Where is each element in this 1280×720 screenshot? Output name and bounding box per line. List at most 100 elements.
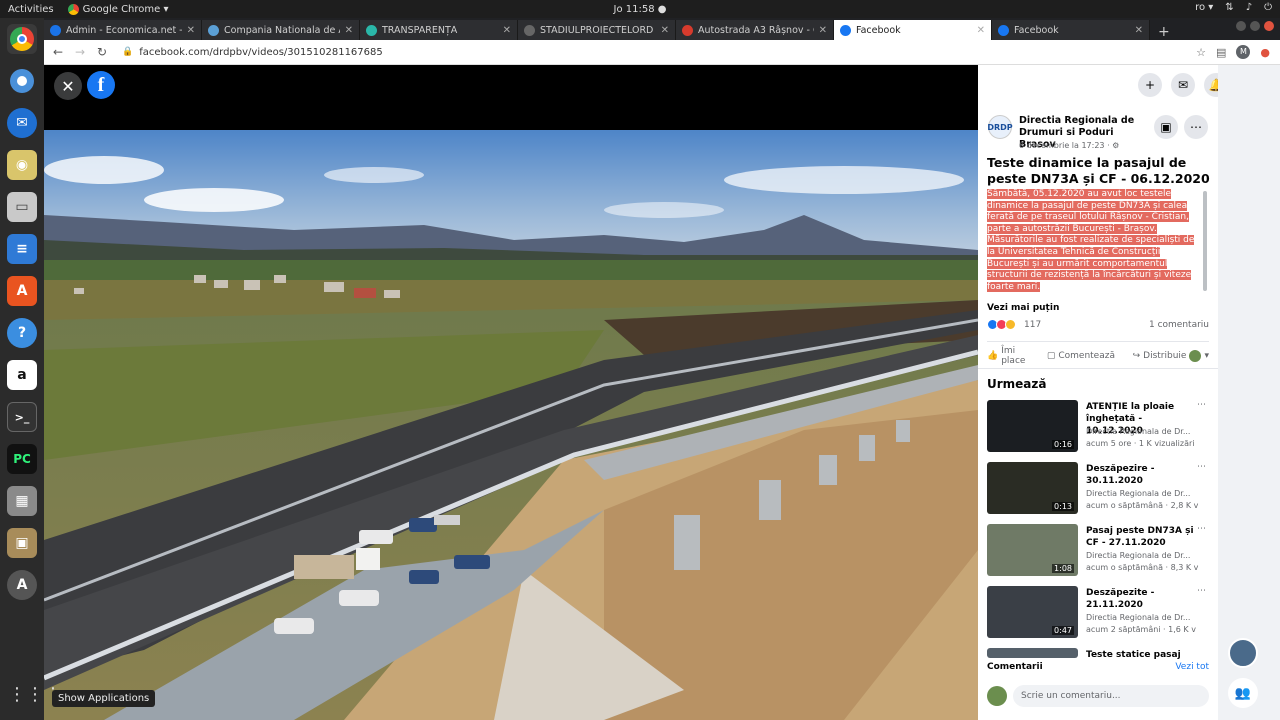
comments-count[interactable]: 1 comentariu	[1149, 320, 1209, 330]
up-next-video[interactable]: 0:13 Deszăpezire - 30.11.2020 Directia Reg…	[987, 462, 1212, 514]
tab-close-icon[interactable]: ✕	[1135, 25, 1143, 36]
tab-close-icon[interactable]: ✕	[819, 25, 827, 36]
amazon-icon[interactable]: a	[7, 360, 37, 390]
notifications-bell-icon[interactable]: 🔔	[1204, 73, 1218, 97]
writer-icon[interactable]: ≡	[7, 234, 37, 264]
create-plus-icon[interactable]: +	[1138, 73, 1162, 97]
up-next-heading: Urmează	[987, 377, 1047, 391]
chromium-icon[interactable]	[7, 66, 37, 96]
description-scrollbar[interactable]	[1203, 191, 1207, 291]
see-less-link[interactable]: Vezi mai puțin	[987, 303, 1059, 313]
help-icon[interactable]: ?	[7, 318, 37, 348]
system-top-bar: Activities Google Chrome ▾ Jo 11:58 ● ro…	[0, 0, 1280, 18]
extension-red-icon[interactable]: ●	[1260, 46, 1270, 59]
comments-sort-link[interactable]: Vezi tot	[1175, 662, 1209, 672]
share-button[interactable]: ↪ Distribuie ▾	[1133, 349, 1209, 362]
video-more-icon[interactable]: ⋯	[1197, 586, 1206, 596]
power-icon[interactable]: ⏻	[1264, 2, 1272, 13]
back-button[interactable]: ←	[50, 45, 66, 59]
show-applications-button[interactable]: ⋮⋮⋮	[8, 684, 62, 712]
video-thumbnail[interactable]: 0:47	[987, 586, 1078, 638]
extensions-icon[interactable]: ▤	[1216, 46, 1226, 59]
volume-icon[interactable]: ♪	[1246, 2, 1252, 13]
close-icon[interactable]: ✕	[54, 72, 82, 100]
share-audience-avatar	[1189, 349, 1202, 362]
clock[interactable]: Jo 11:58 ●	[0, 4, 1280, 15]
tab-close-icon[interactable]: ✕	[977, 25, 985, 36]
url-field[interactable]: 🔒 facebook.com/drdpbv/videos/30151028116…	[122, 47, 1196, 58]
comment-bubble-icon: ▢	[1046, 350, 1056, 361]
video-thumbnail[interactable]: 1:08	[987, 524, 1078, 576]
software-center-icon[interactable]: A	[7, 276, 37, 306]
like-button[interactable]: 👍 Îmi place	[987, 346, 1029, 366]
video-page-name[interactable]: Directia Regionala de Dr...	[1086, 613, 1206, 622]
browser-tab[interactable]: Facebook ✕	[992, 20, 1150, 40]
activities-button[interactable]: Activities	[8, 4, 54, 15]
post-date[interactable]: 6 decembrie la 17:23 · ⚙	[1019, 141, 1119, 150]
facebook-logo-icon[interactable]: f	[87, 71, 115, 99]
browser-tab[interactable]: Compania Nationala de A ✕	[202, 20, 360, 40]
up-next-video[interactable]: 1:08 Pasaj peste DN73A și CF - 27.11.2020…	[987, 524, 1212, 576]
tab-close-icon[interactable]: ✕	[661, 25, 669, 36]
pycharm-icon[interactable]: PC	[7, 444, 37, 474]
save-icon[interactable]: ▣	[1154, 115, 1178, 139]
rhythmbox-icon[interactable]: ◉	[7, 150, 37, 180]
network-icon[interactable]: ⇅	[1225, 2, 1233, 13]
tab-close-icon[interactable]: ✕	[503, 25, 511, 36]
more-options-icon[interactable]: ⋯	[1184, 115, 1208, 139]
video-more-icon[interactable]: ⋯	[1197, 400, 1206, 410]
maximize-button[interactable]	[1250, 21, 1260, 31]
contact-avatar[interactable]	[1228, 638, 1258, 668]
browser-tab[interactable]: TRANSPARENȚĂ ✕	[360, 20, 518, 40]
video-title[interactable]: Teste statice pasaj	[1086, 649, 1194, 659]
up-next-video[interactable]: 0:16 ATENȚIE la ploaie înghețată - 10.12.…	[987, 400, 1212, 452]
files-icon[interactable]: ▭	[7, 192, 37, 222]
tab-close-icon[interactable]: ✕	[345, 25, 353, 36]
video-thumbnail[interactable]: 0:13	[987, 462, 1078, 514]
update-icon[interactable]: A	[7, 570, 37, 600]
app-menu[interactable]: Google Chrome ▾	[67, 3, 169, 15]
video-more-icon[interactable]: ⋯	[1197, 524, 1206, 534]
video-more-icon[interactable]: ⋯	[1197, 462, 1206, 472]
profile-avatar[interactable]: M	[1236, 45, 1251, 59]
new-group-chat-icon[interactable]: 👥	[1228, 678, 1258, 708]
calculator-icon[interactable]: ▦	[7, 486, 37, 516]
comment-input[interactable]: Scrie un comentariu...	[1013, 685, 1209, 707]
browser-tab[interactable]: Facebook ✕	[834, 20, 992, 40]
new-tab-button[interactable]: +	[1150, 24, 1178, 40]
chrome-icon[interactable]	[7, 24, 37, 54]
video-page-name[interactable]: Directia Regionala de Dr...	[1086, 489, 1206, 498]
up-next-video[interactable]: Teste statice pasaj	[987, 648, 1212, 659]
tab-title: TRANSPARENȚĂ	[382, 24, 458, 36]
video-page-name[interactable]: Directia Regionala de Dr...	[1086, 551, 1206, 560]
up-next-video[interactable]: 0:47 Deszăpezite - 21.11.2020 Directia Reg…	[987, 586, 1212, 638]
forward-button[interactable]: →	[72, 45, 88, 59]
browser-tab[interactable]: Admin - Economica.net - ✕	[44, 20, 202, 40]
post-body: Sâmbătă, 05.12.2020 au avut loc testele …	[987, 189, 1199, 293]
reload-button[interactable]: ↻	[94, 45, 110, 59]
terminal-icon[interactable]: >_	[7, 402, 37, 432]
video-frame[interactable]	[44, 130, 978, 720]
messenger-icon[interactable]: ✉	[1171, 73, 1195, 97]
window-controls	[1236, 21, 1274, 31]
archive-icon[interactable]: ▣	[7, 528, 37, 558]
video-page-name[interactable]: Directia Regionala de Dr...	[1086, 427, 1206, 436]
minimize-button[interactable]	[1236, 21, 1246, 31]
language-indicator[interactable]: ro ▾	[1195, 2, 1213, 13]
tab-close-icon[interactable]: ✕	[187, 25, 195, 36]
video-title[interactable]: Deszăpezire - 30.11.2020	[1086, 463, 1194, 487]
thunderbird-icon[interactable]: ✉	[7, 108, 37, 138]
video-viewer: ✕ f	[44, 65, 978, 720]
browser-tab[interactable]: Autostrada A3 Râșnov - C ✕	[676, 20, 834, 40]
close-window-button[interactable]	[1264, 21, 1274, 31]
page-avatar[interactable]: DRDP	[987, 115, 1013, 139]
video-thumbnail[interactable]: 0:16	[987, 400, 1078, 452]
browser-tab[interactable]: STADIULPROIECTELORD ✕	[518, 20, 676, 40]
bookmark-star-icon[interactable]: ☆	[1196, 46, 1206, 59]
user-avatar[interactable]	[987, 686, 1007, 706]
video-thumbnail[interactable]	[987, 648, 1078, 658]
comment-button[interactable]: ▢ Comentează	[1047, 351, 1115, 361]
video-title[interactable]: Deszăpezite - 21.11.2020	[1086, 587, 1194, 611]
reaction-summary[interactable]: 117 1 comentariu	[987, 319, 1209, 330]
video-title[interactable]: Pasaj peste DN73A și CF - 27.11.2020	[1086, 525, 1194, 549]
